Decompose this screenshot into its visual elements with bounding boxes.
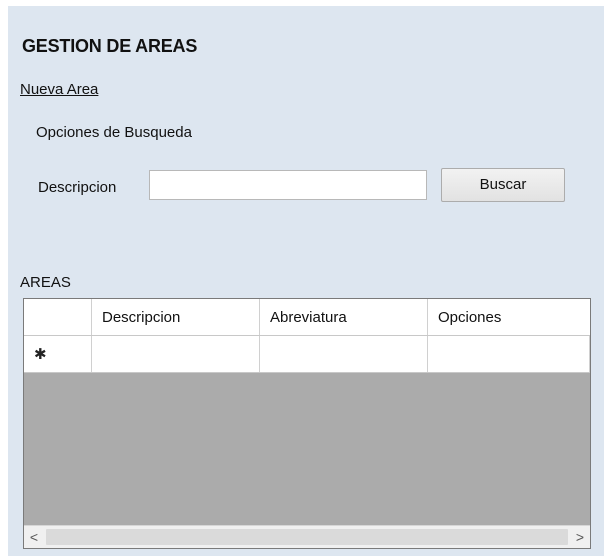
new-row[interactable]: ✱ bbox=[24, 336, 590, 373]
nueva-area-link[interactable]: Nueva Area bbox=[20, 81, 98, 98]
cell-descripcion[interactable] bbox=[92, 336, 260, 372]
column-header-descripcion[interactable]: Descripcion bbox=[92, 299, 260, 335]
form-gestion-areas: GESTION DE AREAS Nueva Area Opciones de … bbox=[8, 6, 604, 556]
cell-abreviatura[interactable] bbox=[260, 336, 428, 372]
row-header-corner[interactable] bbox=[24, 299, 92, 335]
new-row-marker-icon[interactable]: ✱ bbox=[24, 336, 92, 372]
description-label: Descripcion bbox=[38, 179, 117, 196]
column-header-abreviatura[interactable]: Abreviatura bbox=[260, 299, 428, 335]
chevron-left-icon[interactable]: < bbox=[24, 526, 44, 548]
grid-header: Descripcion Abreviatura Opciones bbox=[24, 299, 590, 336]
areas-grid[interactable]: Descripcion Abreviatura Opciones ✱ < > bbox=[23, 298, 591, 549]
search-options-label: Opciones de Busqueda bbox=[36, 124, 192, 141]
areas-grid-label: AREAS bbox=[20, 274, 71, 291]
search-button[interactable]: Buscar bbox=[441, 168, 565, 202]
cell-opciones[interactable] bbox=[428, 336, 590, 372]
page-title: GESTION DE AREAS bbox=[22, 36, 198, 56]
scrollbar-thumb[interactable] bbox=[46, 529, 568, 545]
chevron-right-icon[interactable]: > bbox=[570, 526, 590, 548]
description-input[interactable] bbox=[149, 170, 427, 200]
column-header-opciones[interactable]: Opciones bbox=[428, 299, 590, 335]
horizontal-scrollbar[interactable]: < > bbox=[24, 525, 590, 548]
